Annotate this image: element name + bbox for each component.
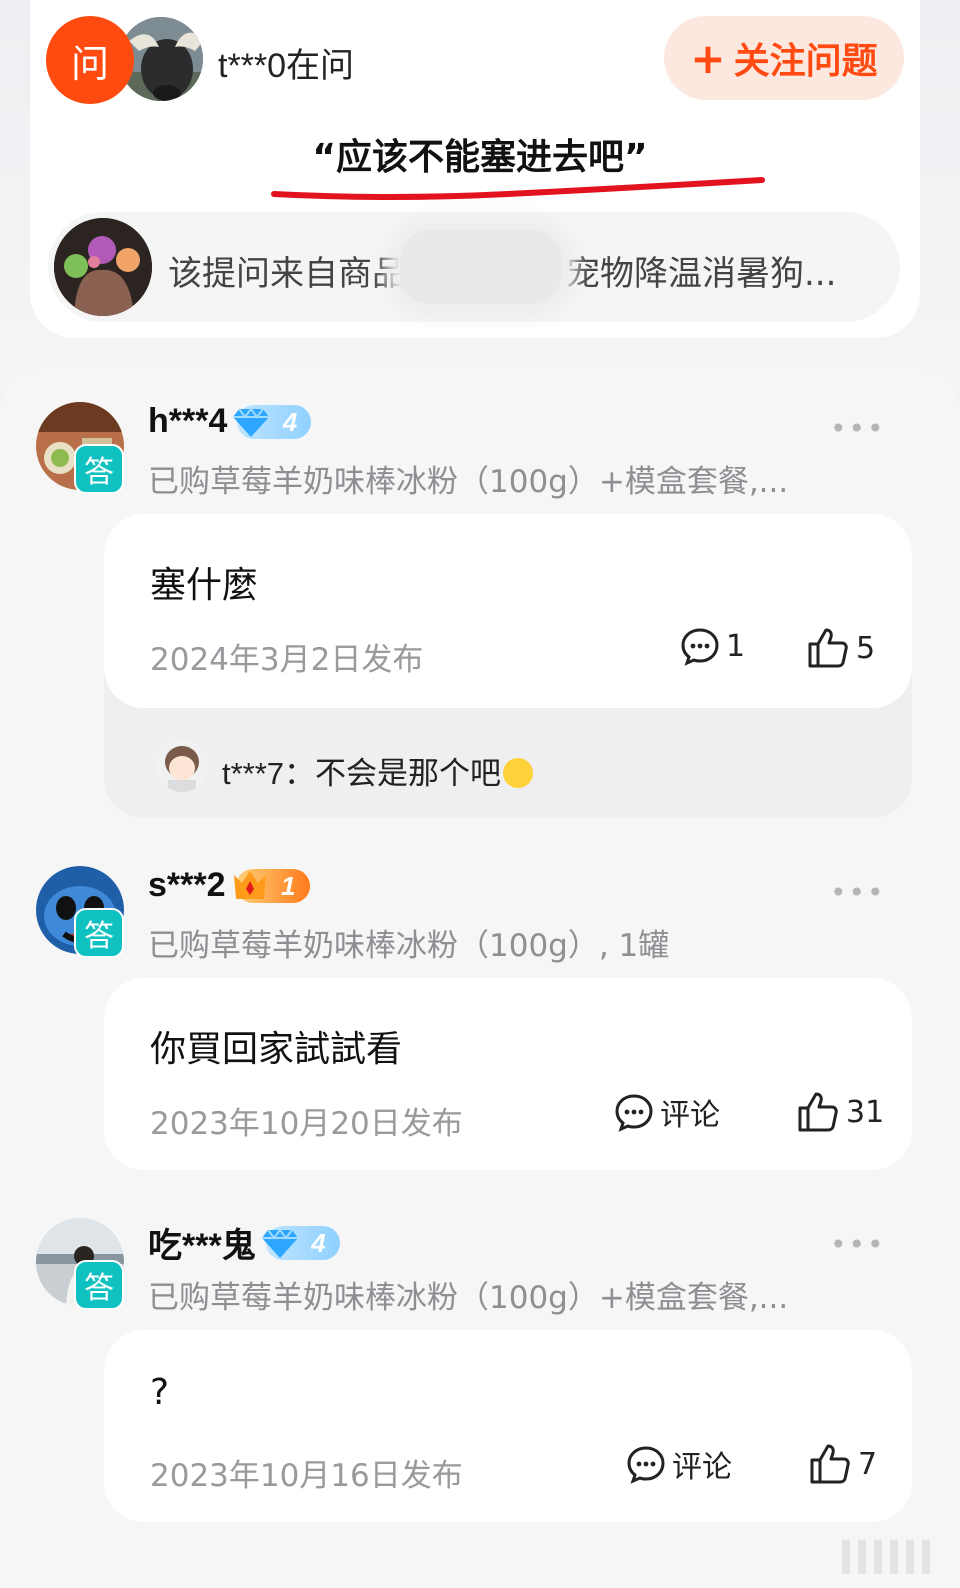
smile-emoji-icon bbox=[503, 758, 534, 788]
level-badge: 4 bbox=[261, 1225, 340, 1260]
comment-icon bbox=[627, 1446, 665, 1484]
comment-button[interactable]: 评论 bbox=[614, 1090, 720, 1134]
comment-icon bbox=[681, 628, 719, 666]
purchase-info: 已购草莓羊奶味棒冰粉（100g）, 1罐 bbox=[148, 928, 670, 964]
watermark-bars bbox=[842, 1540, 930, 1574]
answer-badge: 答 bbox=[74, 908, 124, 958]
product-text-start: 该提问来自商品 bbox=[168, 254, 406, 294]
blurred-region bbox=[400, 230, 562, 304]
reply-avatar bbox=[156, 740, 208, 792]
diamond-icon bbox=[233, 406, 270, 437]
more-options-icon[interactable]: ••• bbox=[830, 876, 886, 909]
thumbs-up-icon bbox=[798, 1092, 838, 1132]
answer-username[interactable]: s***2 bbox=[148, 866, 226, 905]
answer-header: 答 h***4 4 ••• 已购草莓羊奶味棒冰粉（100g）+模盒套餐,... bbox=[0, 402, 960, 512]
answer-header: 答 s***2 1 ••• 已购草莓羊奶味棒冰粉（100g）, 1罐 bbox=[0, 866, 960, 976]
answer-date: 2024年3月2日发布 bbox=[150, 642, 424, 678]
answer-badge: 答 bbox=[74, 1260, 124, 1310]
answer-header: 答 吃***鬼 4 ••• 已购草莓羊奶味棒冰粉（100g）+模盒套餐,... bbox=[0, 1218, 960, 1328]
answer-username[interactable]: h***4 bbox=[148, 402, 227, 441]
answer-text: 你買回家試試看 bbox=[150, 1029, 403, 1070]
product-text-end: 宠物降温消暑狗... bbox=[566, 254, 837, 294]
source-product-link[interactable]: 该提问来自商品 宠物降温消暑狗... bbox=[48, 212, 900, 322]
more-options-icon[interactable]: ••• bbox=[830, 1228, 886, 1261]
crown-icon bbox=[233, 870, 266, 899]
purchase-info: 已购草莓羊奶味棒冰粉（100g）+模盒套餐,... bbox=[148, 464, 789, 500]
comment-button[interactable]: 1 bbox=[680, 626, 745, 666]
purchase-info: 已购草莓羊奶味棒冰粉（100g）+模盒套餐,... bbox=[148, 1280, 789, 1316]
comment-button[interactable]: 评论 bbox=[626, 1442, 732, 1486]
red-underline-annotation bbox=[271, 177, 765, 200]
follow-question-button[interactable]: + 关注问题 bbox=[664, 16, 904, 100]
thumbs-up-icon bbox=[808, 628, 848, 668]
thumbs-up-icon bbox=[810, 1444, 850, 1484]
like-button[interactable]: 5 bbox=[806, 626, 875, 670]
plus-icon: + bbox=[690, 33, 726, 83]
asker-name[interactable]: t***0在问 bbox=[218, 38, 354, 87]
level-badge: 4 bbox=[233, 404, 312, 439]
answer-date: 2023年10月20日发布 bbox=[150, 1106, 463, 1142]
like-button[interactable]: 7 bbox=[808, 1442, 877, 1486]
like-button[interactable]: 31 bbox=[796, 1090, 884, 1134]
diamond-icon bbox=[261, 1227, 298, 1258]
reply-username: t***7 bbox=[222, 756, 285, 791]
more-options-icon[interactable]: ••• bbox=[830, 412, 886, 445]
level-badge: 1 bbox=[233, 868, 310, 903]
product-thumbnail bbox=[54, 218, 152, 316]
answer-date: 2023年10月16日发布 bbox=[150, 1458, 463, 1494]
answer-username[interactable]: 吃***鬼 bbox=[148, 1218, 256, 1267]
reply-text: ：不会是那个吧 bbox=[284, 756, 502, 792]
answer-card[interactable]: 塞什麼 2024年3月2日发布 1 5 bbox=[104, 514, 912, 708]
answer-text: ? bbox=[150, 1372, 170, 1413]
answer-card[interactable]: ? 2023年10月16日发布 评论 7 bbox=[104, 1330, 912, 1522]
answer-text: 塞什麼 bbox=[150, 565, 259, 606]
answer-card[interactable]: 你買回家試試看 2023年10月20日发布 评论 31 bbox=[104, 978, 912, 1170]
answer-badge: 答 bbox=[74, 444, 124, 494]
ask-badge: 问 bbox=[46, 16, 134, 104]
comment-icon bbox=[615, 1094, 653, 1132]
